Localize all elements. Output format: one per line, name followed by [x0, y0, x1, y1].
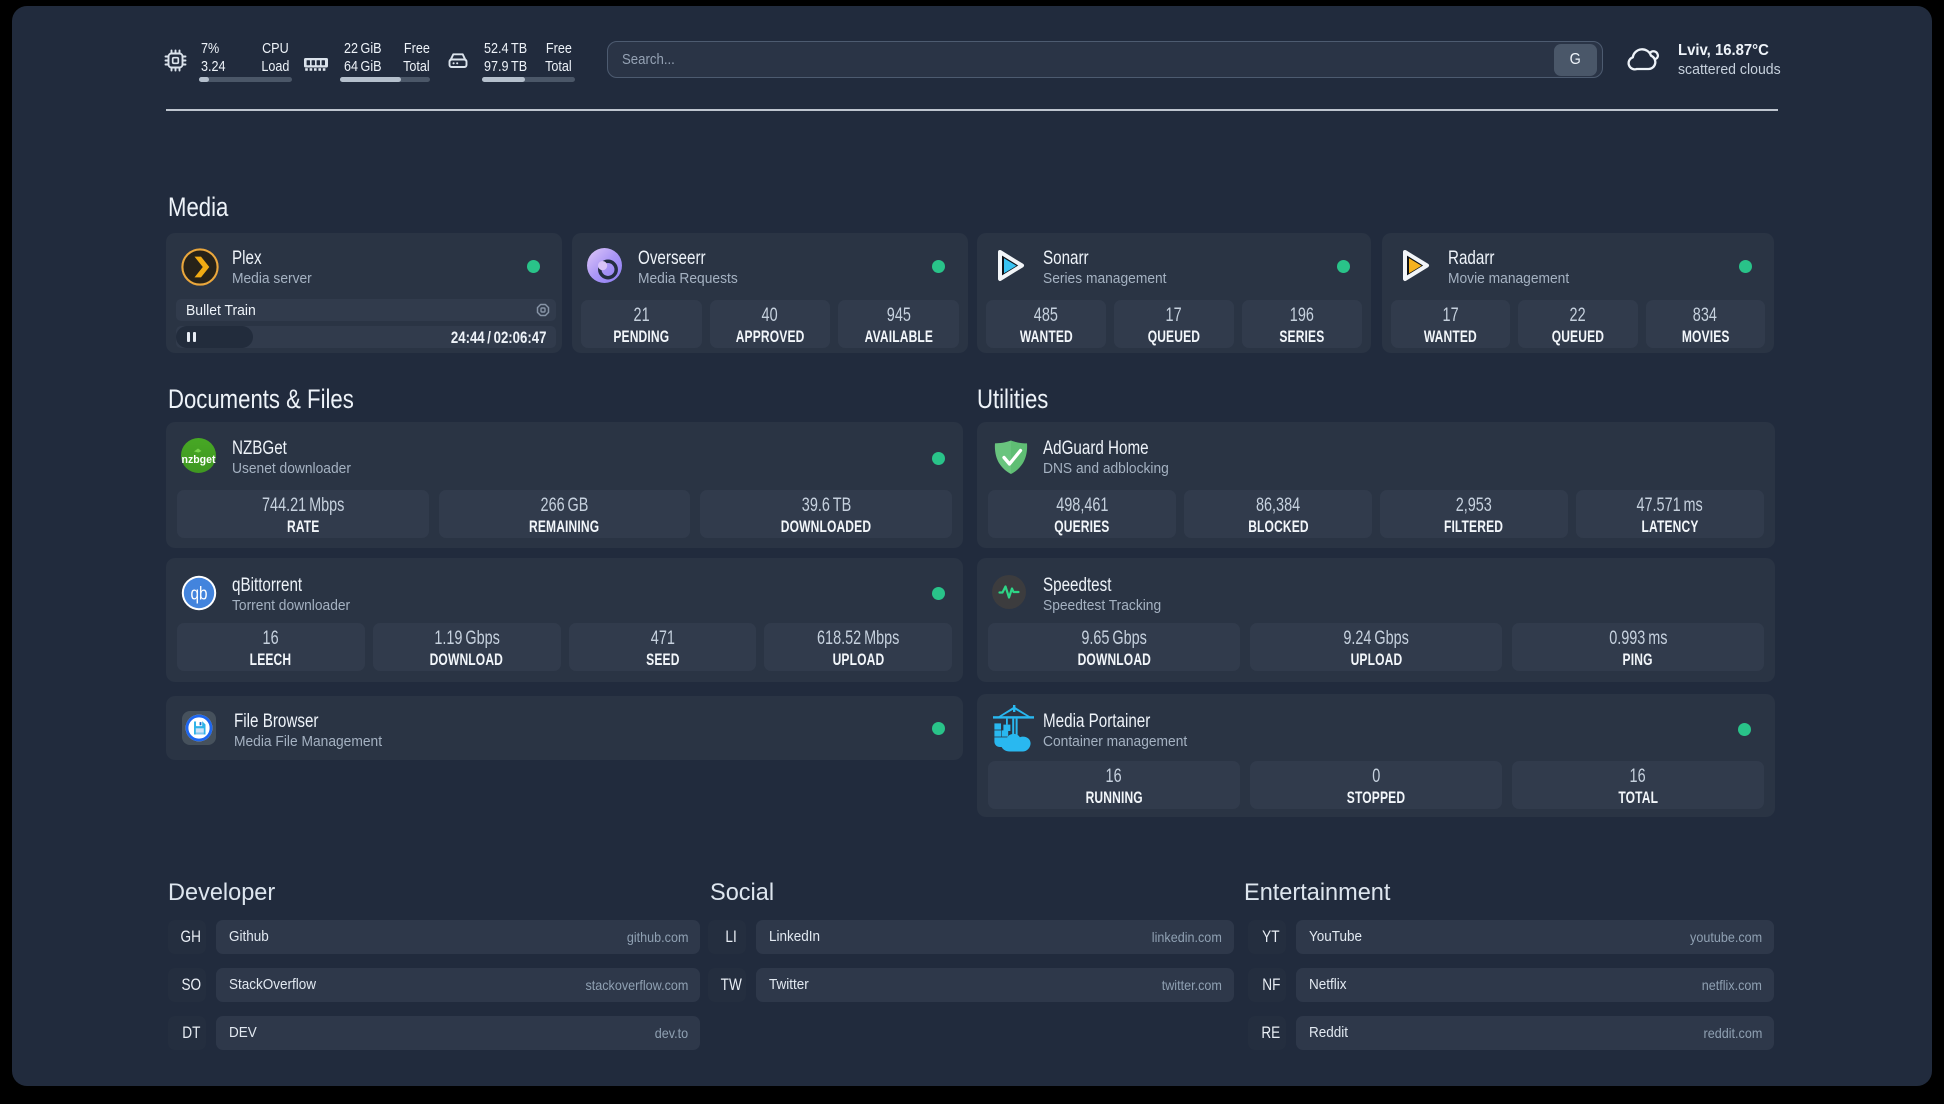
svg-text:qb: qb: [191, 584, 208, 604]
svg-text:nzbget: nzbget: [182, 454, 216, 466]
